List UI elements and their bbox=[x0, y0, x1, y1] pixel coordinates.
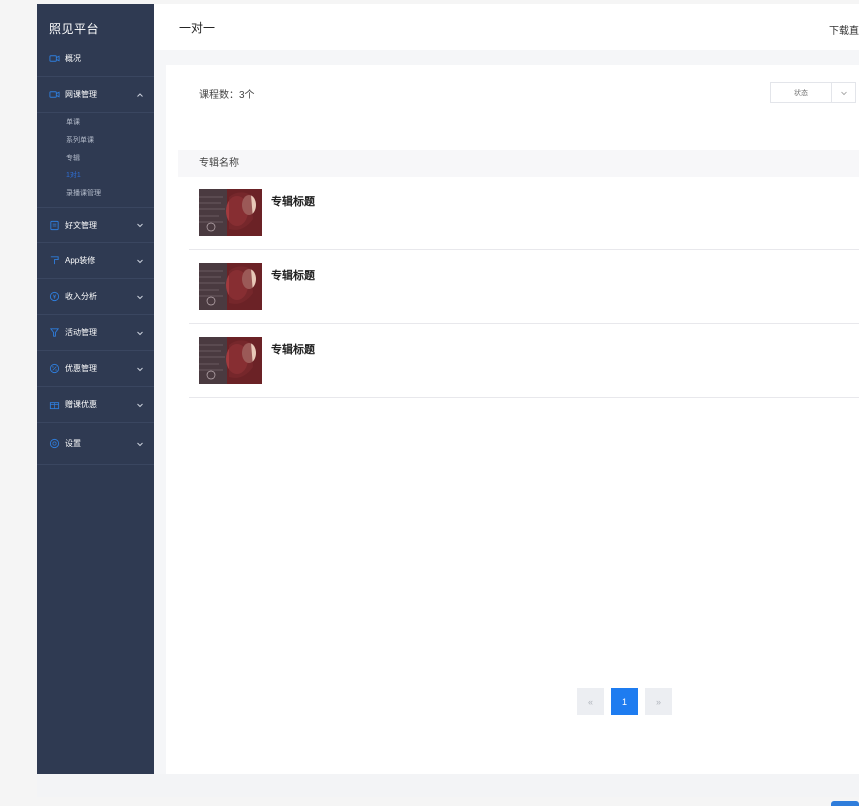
prev-page-button[interactable]: « bbox=[577, 688, 604, 715]
video-icon bbox=[49, 89, 60, 100]
gear-icon bbox=[49, 438, 60, 449]
sidebar-item-label: 活动管理 bbox=[65, 328, 97, 337]
page-button-current[interactable]: 1 bbox=[611, 688, 638, 715]
chevron-down-icon bbox=[136, 329, 144, 337]
chevron-down-icon bbox=[136, 293, 144, 301]
sidebar-item-label: 优惠管理 bbox=[65, 364, 97, 373]
album-thumbnail[interactable] bbox=[199, 189, 262, 236]
platform-logo: 照见平台 bbox=[49, 22, 100, 36]
sidebar-item-label: 好文管理 bbox=[65, 220, 97, 230]
sidebar-item-gift-course[interactable]: 赠课优惠 bbox=[37, 387, 154, 423]
table-header: 专辑名称 bbox=[178, 150, 859, 177]
pagination: « 1 » bbox=[577, 688, 672, 715]
status-select-value: 状态 bbox=[794, 89, 808, 97]
sidebar-subitem-recorded[interactable]: 录播课管理 bbox=[66, 188, 101, 198]
chevron-down-icon bbox=[136, 365, 144, 373]
sidebar-item-overview[interactable]: 概况 bbox=[37, 41, 154, 77]
chevron-down-icon bbox=[136, 221, 144, 229]
album-title[interactable]: 专辑标题 bbox=[271, 193, 315, 209]
flag-icon bbox=[49, 327, 60, 338]
next-page-button[interactable]: » bbox=[645, 688, 672, 715]
album-title[interactable]: 专辑标题 bbox=[271, 341, 315, 357]
sidebar-item-label: 概况 bbox=[65, 54, 81, 63]
status-select[interactable]: 状态 bbox=[770, 82, 856, 103]
percent-icon bbox=[49, 363, 60, 374]
video-icon bbox=[49, 53, 60, 64]
footer-bar bbox=[37, 774, 859, 797]
sidebar-item-settings[interactable]: 设置 bbox=[37, 423, 154, 465]
sidebar-subitem-series[interactable]: 系列单课 bbox=[66, 135, 94, 145]
chevron-down-icon bbox=[136, 257, 144, 265]
album-title[interactable]: 专辑标题 bbox=[271, 267, 315, 283]
album-thumbnail[interactable] bbox=[199, 263, 262, 310]
sidebar-item-label: 网课管理 bbox=[65, 90, 97, 99]
album-thumbnail[interactable] bbox=[199, 337, 262, 384]
chevron-down-icon bbox=[136, 440, 144, 448]
main-content: 课程数：3个 状态 专辑名称 专辑标题 专辑标题 专辑标题 « 1 » bbox=[166, 65, 859, 774]
sidebar-item-income-analysis[interactable]: 收入分析 bbox=[37, 279, 154, 315]
sidebar-subitem-album[interactable]: 专辑 bbox=[66, 153, 80, 163]
sidebar-subitem-one-on-one[interactable]: 1对1 bbox=[66, 170, 81, 180]
page-title: 一对一 bbox=[179, 21, 216, 35]
table-row[interactable]: 专辑标题 bbox=[189, 325, 859, 398]
sidebar-item-app-decoration[interactable]: App装修 bbox=[37, 243, 154, 279]
sidebar-item-label: 赠课优惠 bbox=[65, 400, 97, 409]
sidebar-item-label: 收入分析 bbox=[65, 292, 97, 301]
floating-action-button[interactable] bbox=[831, 801, 859, 806]
gift-icon bbox=[49, 399, 60, 410]
sidebar-subitem-single[interactable]: 单课 bbox=[66, 117, 80, 127]
sidebar-item-activity-management[interactable]: 活动管理 bbox=[37, 315, 154, 351]
sidebar-item-articles[interactable]: 好文管理 bbox=[37, 207, 154, 243]
sidebar-item-course-management[interactable]: 网课管理 bbox=[37, 77, 154, 113]
brush-icon bbox=[49, 255, 60, 266]
document-icon bbox=[49, 220, 60, 231]
page-header: 一对一 下载直 bbox=[154, 4, 859, 50]
chevron-down-icon bbox=[136, 401, 144, 409]
download-link[interactable]: 下载直 bbox=[829, 22, 859, 37]
sidebar: 照见平台 概况 网课管理 单课 系列单课 专辑 1对1 录播课管理 好文管理 A… bbox=[37, 4, 154, 774]
sidebar-item-label: 设置 bbox=[65, 439, 81, 448]
sidebar-item-label: App装修 bbox=[65, 256, 96, 265]
table-row[interactable]: 专辑标题 bbox=[189, 177, 859, 250]
chevron-down-icon bbox=[832, 89, 855, 97]
column-album-name: 专辑名称 bbox=[199, 158, 239, 169]
course-count: 课程数：3个 bbox=[199, 90, 255, 101]
table-row[interactable]: 专辑标题 bbox=[189, 251, 859, 324]
sidebar-item-discount-management[interactable]: 优惠管理 bbox=[37, 351, 154, 387]
chevron-up-icon bbox=[136, 91, 144, 99]
yuan-icon bbox=[49, 291, 60, 302]
